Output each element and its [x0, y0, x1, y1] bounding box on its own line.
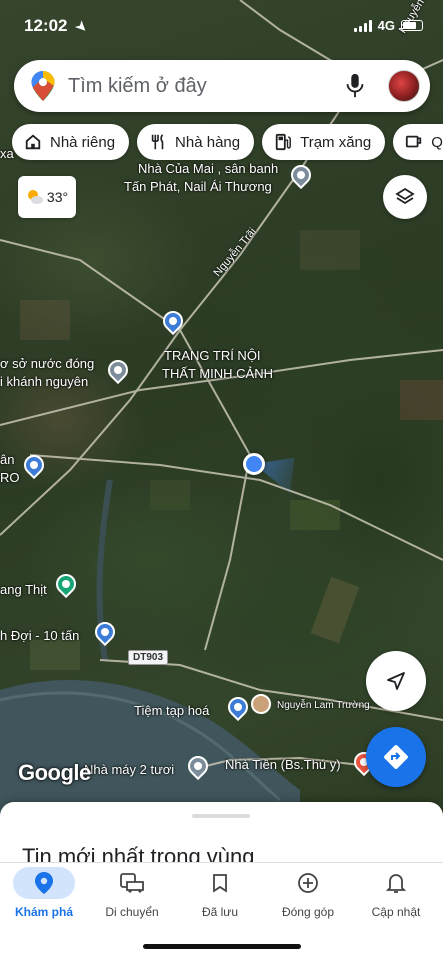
status-time: 12:02 ➤ — [24, 16, 91, 36]
road-number-badge: DT903 — [128, 650, 169, 665]
map-label-place: ang Thịt — [0, 582, 47, 597]
store-pin-icon[interactable] — [223, 692, 253, 723]
map-label-place: ân — [0, 452, 15, 467]
add-circle-icon — [298, 873, 318, 893]
home-icon — [25, 134, 41, 150]
chip-label: Trạm xăng — [300, 133, 372, 151]
home-indicator — [143, 944, 301, 949]
tab-updates[interactable]: Cập nhật — [352, 867, 440, 923]
shopping-pin-icon[interactable] — [158, 306, 188, 337]
google-logo: Google — [18, 760, 91, 785]
directions-icon — [384, 745, 408, 769]
tab-label: Đóng góp — [281, 905, 335, 919]
microphone-icon[interactable] — [344, 73, 366, 99]
chip-coffee[interactable]: Qu — [393, 124, 443, 160]
directions-button[interactable] — [366, 727, 426, 787]
map-label-place: h Đợi - 10 tấn — [0, 628, 80, 643]
tab-label: Di chuyển — [105, 905, 159, 919]
tab-commute[interactable]: Di chuyển — [88, 867, 176, 923]
location-arrow-icon: ➤ — [72, 17, 92, 36]
layers-button[interactable] — [383, 175, 427, 219]
gas-station-icon — [275, 133, 292, 151]
gas-pin-icon[interactable] — [19, 450, 49, 481]
place-pin-icon[interactable] — [103, 355, 133, 386]
map-label-place: Nhà Tiền (Bs.Thú y) — [225, 757, 341, 772]
current-location-dot — [243, 453, 265, 475]
profile-pin-icon[interactable] — [251, 694, 271, 714]
map-label-place: Nhà máy 2 tươi — [84, 762, 175, 777]
tab-explore[interactable]: Khám phá — [0, 867, 88, 923]
commute-car-icon — [120, 873, 144, 893]
partly-cloudy-icon — [27, 190, 43, 204]
time-text: 12:02 — [24, 16, 68, 35]
map-label-place: Nguyễn Lam Trường — [277, 700, 370, 711]
sheet-drag-handle[interactable] — [192, 814, 250, 818]
coffee-icon — [406, 135, 422, 148]
chip-restaurant[interactable]: Nhà hàng — [137, 124, 255, 160]
navigation-arrow-icon — [387, 672, 405, 690]
chip-label: Nhà hàng — [175, 133, 241, 151]
weather-badge[interactable]: 33° — [18, 176, 76, 218]
tab-saved[interactable]: Đã lưu — [176, 867, 264, 923]
map-label-place: Tấn Phát, Nail Ái Thương — [124, 179, 272, 194]
tab-label: Cập nhật — [371, 905, 421, 919]
bookmark-icon — [213, 874, 227, 893]
tab-contribute[interactable]: Đóng góp — [264, 867, 352, 923]
search-bar[interactable]: Tìm kiếm ở đây — [14, 60, 430, 112]
map-label-place: Tiệm tạp hoá — [134, 703, 210, 718]
signal-icon — [353, 19, 372, 32]
map-label-place: TRANG TRÍ NỘI — [164, 348, 261, 363]
search-input[interactable]: Tìm kiếm ở đây — [68, 75, 344, 98]
my-location-button[interactable] — [366, 651, 426, 711]
restaurant-icon — [151, 134, 164, 150]
chip-label: Qu — [431, 133, 443, 151]
battery-icon — [401, 20, 423, 31]
tab-label: Đã lưu — [201, 905, 239, 919]
map-label-place: ơ sở nước đóng — [0, 356, 95, 371]
chip-home[interactable]: Nhà riêng — [12, 124, 130, 160]
shop-pin-icon[interactable] — [51, 569, 81, 600]
map-label-place: THẤT MINH CẢNH — [162, 366, 273, 381]
chip-gas-station[interactable]: Trạm xăng — [262, 124, 386, 160]
truck-pin-icon[interactable] — [90, 617, 120, 648]
tab-label: Khám phá — [14, 905, 73, 919]
place-pin-icon[interactable] — [286, 160, 316, 191]
category-chips: Nhà riêng Nhà hàng Trạm xăng Qu — [12, 124, 443, 160]
bell-icon — [386, 874, 406, 893]
explore-pin-icon — [35, 872, 53, 894]
chip-label: Nhà riêng — [50, 133, 116, 151]
avatar[interactable] — [388, 70, 420, 102]
place-pin-icon[interactable] — [183, 751, 213, 782]
network-type: 4G — [377, 18, 395, 33]
google-maps-icon — [31, 71, 55, 101]
temperature: 33° — [46, 189, 69, 205]
map-label-place: i khánh nguyên — [0, 374, 89, 389]
map-label-place: RO — [0, 470, 20, 485]
status-bar: 12:02 ➤ 4G — [0, 0, 443, 52]
map-label-place: Nhà Của Mai , sân banh — [138, 161, 279, 176]
layers-icon — [395, 187, 415, 205]
